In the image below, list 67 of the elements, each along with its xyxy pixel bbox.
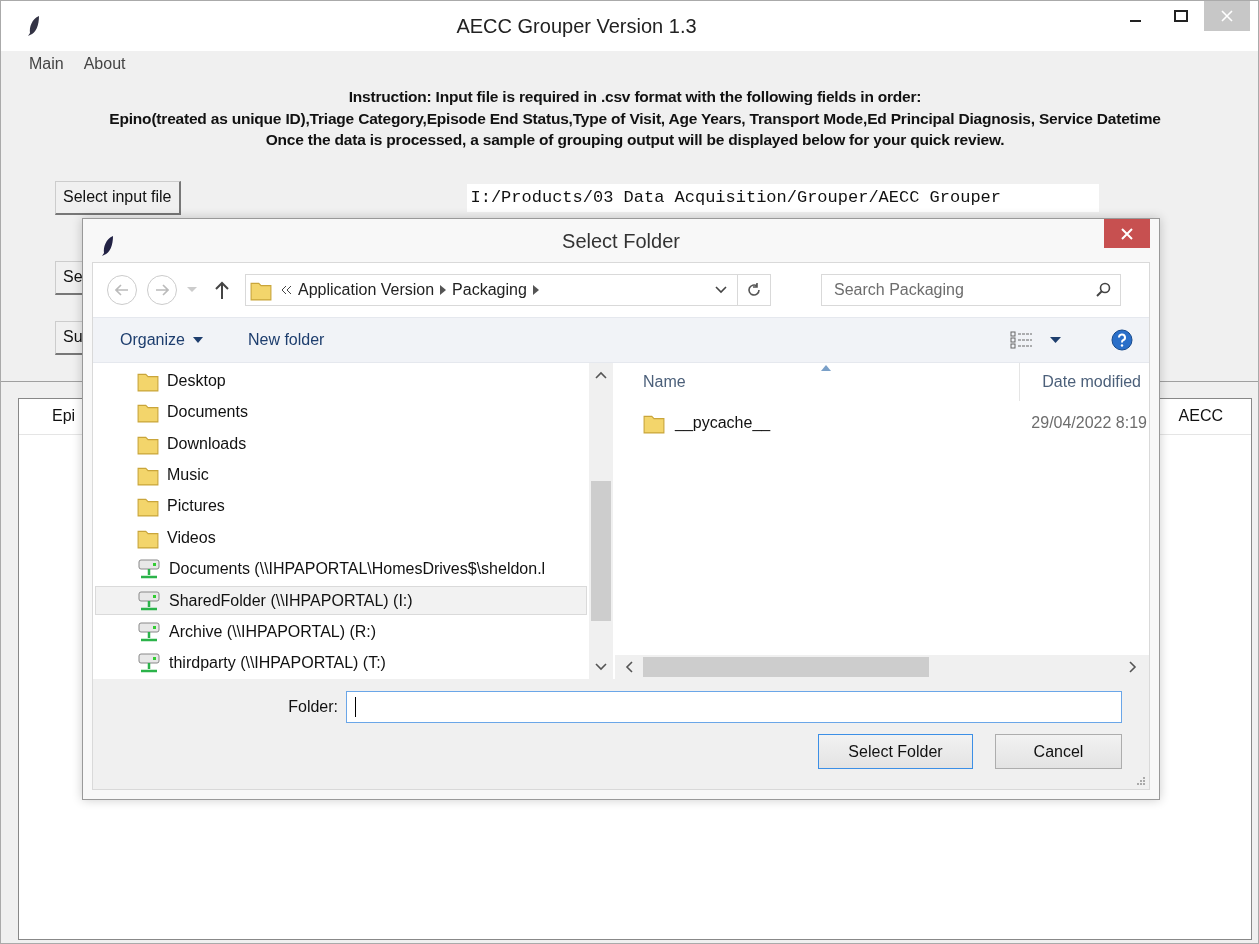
help-icon[interactable] <box>1111 329 1133 351</box>
folder-field[interactable] <box>346 691 1122 723</box>
organize-menu[interactable]: Organize <box>120 331 203 349</box>
scroll-left-icon[interactable] <box>625 661 633 673</box>
scrollbar-thumb[interactable] <box>643 657 929 677</box>
maximize-icon <box>1174 10 1188 22</box>
back-arrow-icon <box>115 284 129 296</box>
folder-label: Folder: <box>288 698 338 716</box>
chevron-right-icon[interactable] <box>440 285 447 295</box>
navigation-item[interactable]: Downloads <box>95 428 587 459</box>
instruction-text: Once the data is processed, a sample of grouping output will be displayed below for your quick review. <box>265 130 1005 150</box>
breadcrumb-item[interactable]: Packaging <box>446 281 533 299</box>
navigation-item[interactable]: Documents <box>95 397 587 427</box>
new-folder-button[interactable]: New folder <box>247 331 325 349</box>
chevrons-icon <box>280 285 292 295</box>
feather-icon <box>27 15 41 37</box>
dropdown-icon[interactable] <box>715 286 727 294</box>
input-path-field[interactable]: I:/Products/03 Data Acquisition/Grouper/AECC Grouper <box>466 183 1099 212</box>
dialog-title: Select Folder <box>562 230 680 253</box>
select-input-button[interactable]: Select input file <box>55 180 181 215</box>
column-header[interactable]: Epi <box>52 407 76 425</box>
navigation-item[interactable]: thirdparty (\\IHPAPORTAL) (T:) <box>95 648 587 679</box>
navigation-item[interactable]: Desktop <box>95 366 587 396</box>
scrollbar-thumb[interactable] <box>591 481 611 621</box>
navigation-item[interactable]: Pictures <box>95 491 587 522</box>
close-icon <box>1221 10 1233 22</box>
up-arrow-icon[interactable] <box>215 281 229 299</box>
network-drive-icon <box>137 620 161 643</box>
select-folder-button[interactable]: Select Folder <box>818 734 973 769</box>
close-icon <box>1121 227 1133 240</box>
window-title: AECC Grouper Version 1.3 <box>455 14 698 38</box>
refresh-icon[interactable] <box>746 282 762 298</box>
scroll-up-icon[interactable] <box>595 371 607 379</box>
menu-item[interactable]: About <box>83 55 126 73</box>
scroll-down-icon[interactable] <box>595 663 607 671</box>
network-drive-icon <box>137 558 161 581</box>
search-icon <box>1095 282 1111 298</box>
address-bar[interactable]: Application Version Packaging <box>245 274 771 306</box>
navigation-item[interactable]: Documents (\\IHPAPORTAL\HomesDrives$\sheldon.l <box>95 554 587 584</box>
cancel-button[interactable]: Cancel <box>995 734 1122 769</box>
navigation-item[interactable]: SharedFolder (\\IHPAPORTAL) (I:) <box>95 585 587 616</box>
caret-icon <box>192 337 203 343</box>
column-header[interactable]: Name <box>643 373 686 391</box>
feather-icon <box>101 234 115 257</box>
navigation-item[interactable]: Videos <box>95 523 587 553</box>
navigation-item[interactable]: Music <box>95 460 587 490</box>
instruction-text: Epino(treated as unique ID),Triage Category,Episode End Status,Type of Visit, Age Years, Transport Mode,Ed Principal Diagnosis, Service Datetime <box>109 108 1161 129</box>
scroll-right-icon[interactable] <box>1129 661 1137 673</box>
file-name[interactable]: __pycache__ <box>675 414 771 432</box>
sort-ascending-icon <box>821 365 831 371</box>
chevron-right-icon[interactable] <box>532 285 539 295</box>
forward-arrow-icon <box>155 284 169 296</box>
instruction-text: Instruction: Input file is required in .csv format with the following fields in order: <box>348 87 922 107</box>
menu-item[interactable]: Main <box>29 55 64 73</box>
minimize-icon <box>1129 19 1141 22</box>
network-drive-icon <box>137 589 161 612</box>
file-date: 29/04/2022 8:19 <box>1031 414 1148 432</box>
column-header[interactable]: AECC <box>1178 407 1223 425</box>
breadcrumb-item[interactable]: Application Version <box>292 281 441 299</box>
search-field[interactable]: Search Packaging <box>821 274 1121 306</box>
caret-icon[interactable] <box>1050 337 1061 343</box>
column-header[interactable]: Date modified <box>1042 373 1149 391</box>
navigation-item[interactable]: Archive (\\IHPAPORTAL) (R:) <box>95 617 587 647</box>
close-button[interactable] <box>1104 219 1150 248</box>
network-drive-icon <box>137 652 161 675</box>
resize-grip-icon[interactable] <box>1136 776 1146 786</box>
view-options-icon[interactable] <box>1010 331 1034 349</box>
